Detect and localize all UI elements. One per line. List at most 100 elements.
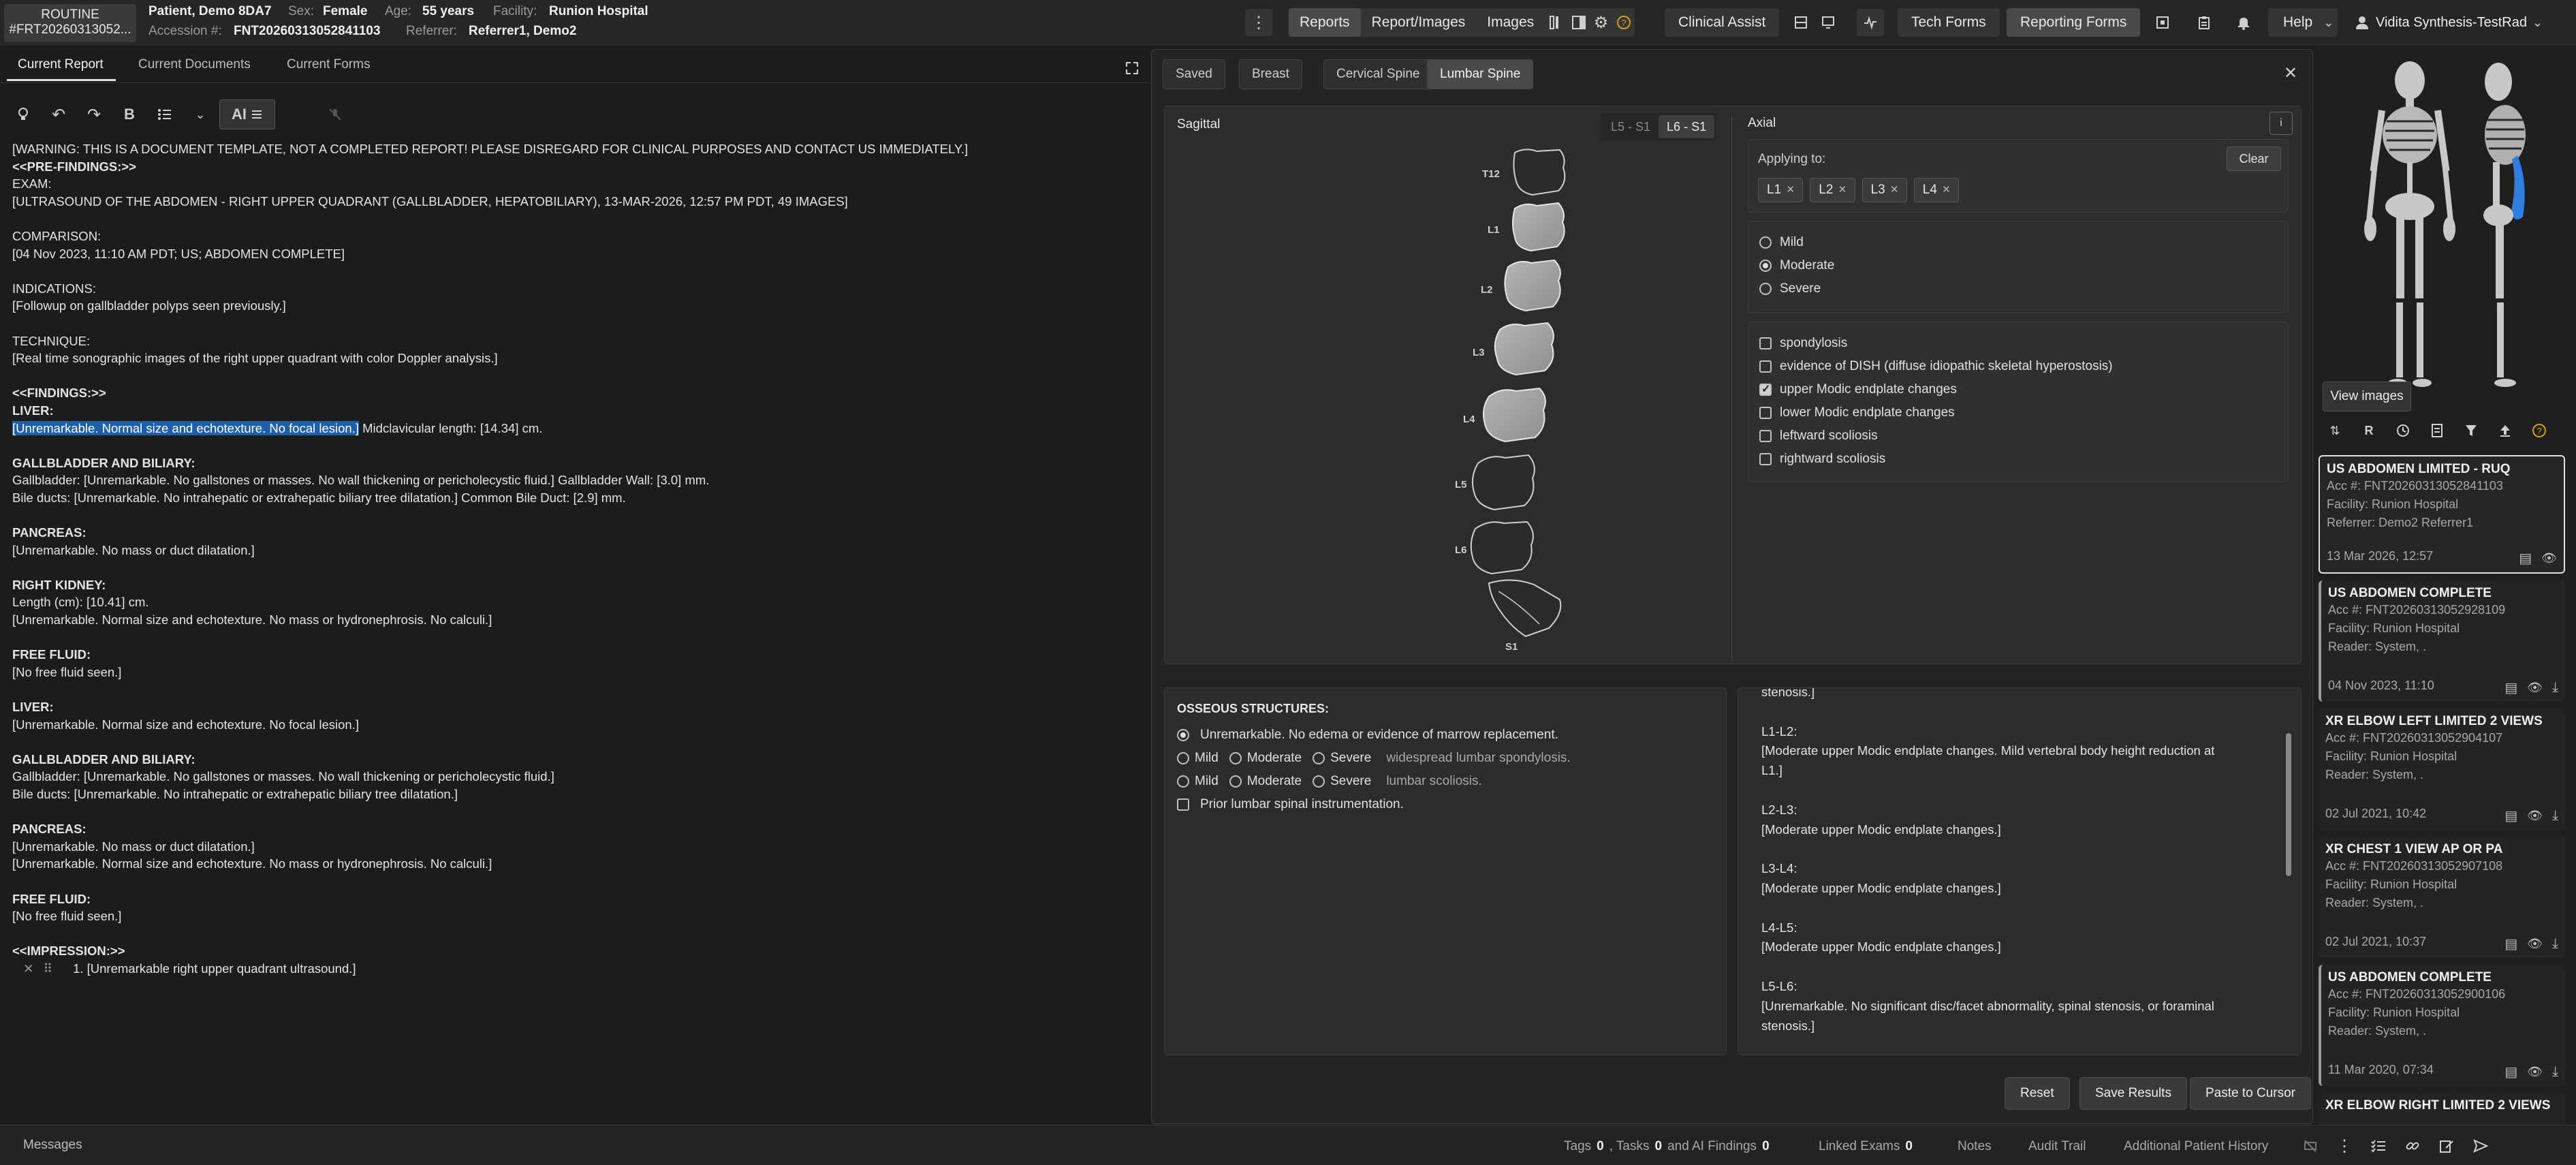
download-icon[interactable]: ⤓ (2552, 808, 2558, 824)
os1-moderate[interactable]: Moderate (1229, 751, 1302, 766)
close-icon[interactable]: ✕ (2277, 59, 2304, 87)
report-line[interactable] (12, 315, 1143, 332)
report-line[interactable]: Gallbladder: [Unremarkable. No gallstone… (12, 471, 1143, 489)
reporting-forms-button[interactable]: Reporting Forms (2009, 8, 2138, 37)
filter-icon[interactable] (2459, 418, 2483, 443)
monitor-icon[interactable] (1815, 9, 1842, 36)
undo-icon[interactable]: ↶ (42, 99, 75, 129)
finding-checkbox[interactable] (1759, 430, 1772, 442)
report-line[interactable]: GALLBLADDER AND BILIARY: (12, 751, 1143, 768)
report-doc-icon[interactable]: ▤ (2504, 935, 2517, 952)
vertebra-l2[interactable] (1504, 259, 1561, 312)
exam-card[interactable]: US ABDOMEN LIMITED - RUQ Acc #: FNT202603… (2319, 455, 2565, 574)
vertebra-l5[interactable] (1472, 454, 1535, 511)
report-line[interactable]: [WARNING: THIS IS A DOCUMENT TEMPLATE, N… (12, 140, 1143, 158)
checklist-icon[interactable] (2366, 1134, 2391, 1158)
drag-handle-icon[interactable]: ⠿ (44, 960, 53, 978)
report-text[interactable]: [WARNING: THIS IS A DOCUMENT TEMPLATE, N… (12, 140, 1143, 978)
notes-tab[interactable]: Notes (1958, 1139, 1992, 1154)
severity-option-moderate[interactable]: Moderate (1759, 254, 1834, 277)
download-icon[interactable]: ⤓ (2552, 936, 2558, 952)
form-tab-breast[interactable]: Breast (1239, 59, 1302, 89)
additional-history-tab[interactable]: Additional Patient History (2124, 1139, 2268, 1154)
report-line[interactable]: [Unremarkable. No mass or duct dilatatio… (12, 542, 1143, 559)
report-line[interactable]: [ULTRASOUND OF THE ABDOMEN - RIGHT UPPER… (12, 193, 1143, 211)
report-line[interactable] (12, 681, 1143, 698)
report-line[interactable]: <<PRE-FINDINGS:>> (12, 158, 1143, 176)
user-menu[interactable]: Vidita Synthesis-TestRad ⌄ (2354, 8, 2543, 37)
vertebra-t12[interactable] (1513, 149, 1566, 196)
more-menu-icon[interactable]: ⋮ (1245, 9, 1272, 36)
finding-checkbox-row[interactable]: upper Modic endplate changes (1759, 378, 2113, 401)
report-line[interactable]: LIVER: (12, 698, 1143, 716)
severity-radio[interactable] (1759, 260, 1772, 272)
report-line[interactable] (12, 629, 1143, 647)
download-icon[interactable]: ⤓ (2552, 1064, 2558, 1080)
view-images-button[interactable]: View images (2323, 382, 2411, 411)
exam-card[interactable]: XR ELBOW RIGHT LIMITED 2 VIEWS (2319, 1093, 2565, 1126)
report-line[interactable] (12, 733, 1143, 751)
report-line[interactable]: LIVER: (12, 402, 1143, 420)
osseous-radio[interactable] (1177, 729, 1189, 741)
more-vertical-icon[interactable]: ⋮ (2332, 1134, 2357, 1158)
relevant-filter-icon[interactable]: R (2357, 418, 2381, 443)
report-doc-icon[interactable]: ▤ (2519, 550, 2532, 567)
vertebra-l4[interactable] (1483, 387, 1546, 443)
report-line[interactable]: Bile ducts: [Unremarkable. No intrahepat… (12, 786, 1143, 803)
report-line[interactable]: [Unremarkable. Normal size and echotextu… (12, 611, 1143, 629)
notification-bell-icon[interactable] (2230, 9, 2257, 36)
vertebra-l1[interactable] (1512, 202, 1565, 252)
help-button[interactable]: Help (2272, 8, 2323, 37)
impression-list-item[interactable]: ✕ ⠿ 1. [Unremarkable right upper quadrant … (12, 960, 1143, 978)
report-line[interactable]: TECHNIQUE: (12, 332, 1143, 350)
vertebra-l3[interactable] (1494, 322, 1554, 376)
chip-remove-icon[interactable]: × (1943, 183, 1950, 198)
finding-checkbox[interactable] (1759, 453, 1772, 465)
report-line[interactable] (12, 367, 1143, 385)
paste-to-cursor-button[interactable]: Paste to Cursor (2190, 1077, 2311, 1110)
report-line[interactable]: GALLBLADDER AND BILIARY: (12, 454, 1143, 472)
list-icon[interactable] (148, 99, 181, 129)
warning-help-icon[interactable]: ? (2527, 418, 2551, 443)
settings-gear-icon[interactable]: ⚙ (1590, 9, 1612, 36)
severity-radio[interactable] (1759, 236, 1772, 249)
finding-checkbox[interactable] (1759, 360, 1772, 373)
upload-icon[interactable] (2493, 418, 2517, 443)
report-line[interactable]: FREE FLUID: (12, 646, 1143, 664)
expand-icon[interactable] (1118, 55, 1146, 82)
report-line[interactable]: [Unremarkable. Normal size and echotextu… (12, 855, 1143, 873)
tags-tasks-ai-summary[interactable]: Tags 0 , Tasks 0 and AI Findings 0 (1564, 1139, 1770, 1154)
anatomy-skeleton-figure[interactable] (2362, 60, 2566, 394)
findings-scrollbar[interactable] (2286, 733, 2291, 876)
finding-checkbox[interactable] (1759, 382, 1772, 396)
vertebra-s1[interactable] (1488, 579, 1562, 638)
level-chip[interactable]: L2 × (1810, 178, 1855, 202)
eye-icon[interactable]: 👁 (2527, 937, 2543, 951)
sort-icon[interactable]: ⇅ (2323, 418, 2347, 443)
report-line[interactable]: PANCREAS: (12, 524, 1143, 542)
report-line[interactable]: INDICATIONS: (12, 280, 1143, 298)
download-icon[interactable]: ⤓ (2552, 680, 2558, 696)
finding-checkbox-row[interactable]: leftward scoliosis (1759, 424, 2113, 448)
level-chip[interactable]: L1 × (1758, 178, 1804, 202)
info-button[interactable]: i (2269, 112, 2293, 135)
form-tab-cervical-spine[interactable]: Cervical Spine (1323, 59, 1433, 89)
report-line[interactable]: EXAM: (12, 175, 1143, 193)
window-layout-icon[interactable] (1787, 9, 1815, 36)
ai-button[interactable]: AI (219, 99, 275, 129)
severity-option-mild[interactable]: Mild (1759, 231, 1834, 254)
report-line[interactable]: [Unremarkable. Normal size and echotextu… (12, 716, 1143, 734)
os1-severe[interactable]: Severe (1313, 751, 1371, 766)
redo-icon[interactable]: ↷ (78, 99, 110, 129)
exam-card[interactable]: XR ELBOW LEFT LIMITED 2 VIEWS Acc #: FNT2… (2319, 709, 2565, 830)
report-line[interactable]: COMPARISON: (12, 228, 1143, 245)
chip-remove-icon[interactable]: × (1891, 183, 1898, 198)
chip-remove-icon[interactable]: × (1838, 183, 1846, 198)
help-menu[interactable]: Help ⌄ (2268, 8, 2338, 37)
finding-checkbox-row[interactable]: lower Modic endplate changes (1759, 401, 2113, 424)
report-line[interactable]: Bile ducts: [Unremarkable. No intrahepat… (12, 489, 1143, 507)
tab-current-report[interactable]: Current Report (18, 57, 104, 72)
clear-button[interactable]: Clear (2227, 146, 2281, 171)
report-line[interactable]: <<IMPRESSION:>> (12, 942, 1143, 960)
eye-icon[interactable]: 👁 (2527, 809, 2543, 823)
